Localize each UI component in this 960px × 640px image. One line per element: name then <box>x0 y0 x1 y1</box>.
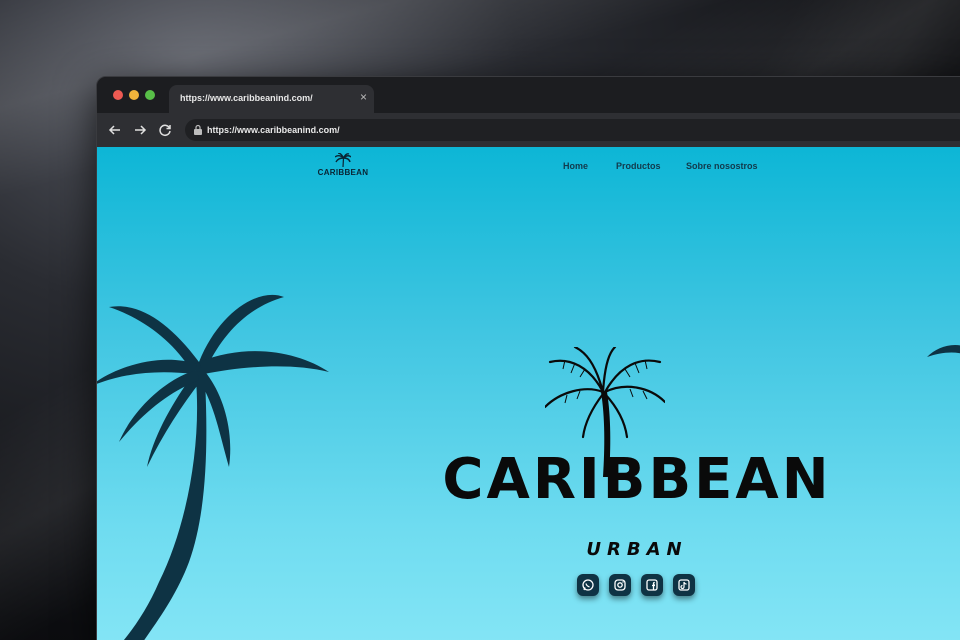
url-text: https://www.caribbeanind.com/ <box>207 125 340 135</box>
facebook-icon <box>646 579 658 591</box>
nav-link-productos[interactable]: Productos <box>616 161 661 171</box>
palm-tree-illustration-right <box>927 345 960 357</box>
browser-window: https://www.caribbeanind.com/ × https://… <box>96 76 960 640</box>
browser-toolbar: https://www.caribbeanind.com/ <box>97 113 960 147</box>
maximize-window-button[interactable] <box>145 90 155 100</box>
tiktok-button[interactable] <box>673 574 695 596</box>
minimize-window-button[interactable] <box>129 90 139 100</box>
nav-link-sobre-nosotros[interactable]: Sobre nosostros <box>686 161 758 171</box>
reload-icon[interactable] <box>157 122 173 138</box>
palm-logo-icon <box>335 153 351 167</box>
whatsapp-button[interactable] <box>577 574 599 596</box>
nav-link-home[interactable]: Home <box>563 161 588 171</box>
site-logo[interactable]: CARIBBEAN <box>315 153 371 179</box>
page-viewport: CARIBBEAN Home Productos Sobre nosostros <box>97 147 960 640</box>
browser-tab[interactable]: https://www.caribbeanind.com/ × <box>169 85 374 113</box>
hero-subtitle: URBAN <box>586 539 688 560</box>
tiktok-icon <box>678 579 690 591</box>
tab-title: https://www.caribbeanind.com/ <box>180 93 313 103</box>
tab-strip: https://www.caribbeanind.com/ × <box>97 77 960 113</box>
facebook-button[interactable] <box>641 574 663 596</box>
address-bar[interactable]: https://www.caribbeanind.com/ <box>185 119 960 141</box>
palm-tree-illustration <box>97 294 329 640</box>
hero-title: CARIBBEAN <box>442 447 832 512</box>
site-logo-text: CARIBBEAN <box>317 168 369 177</box>
back-arrow-icon[interactable] <box>107 122 123 138</box>
whatsapp-icon <box>582 579 594 591</box>
instagram-icon <box>614 579 626 591</box>
lock-icon <box>194 124 202 135</box>
tab-close-icon[interactable]: × <box>360 91 367 103</box>
close-window-button[interactable] <box>113 90 123 100</box>
instagram-button[interactable] <box>609 574 631 596</box>
forward-arrow-icon[interactable] <box>132 122 148 138</box>
